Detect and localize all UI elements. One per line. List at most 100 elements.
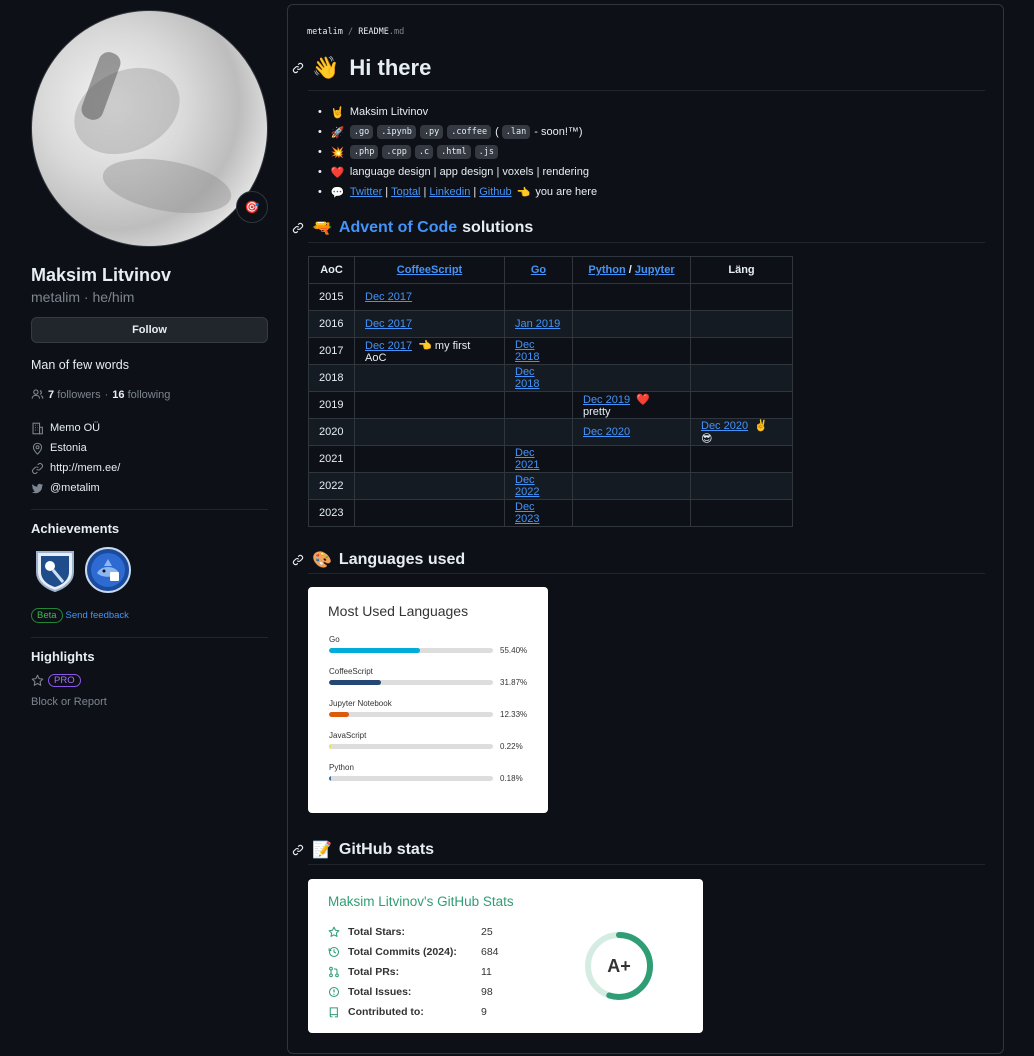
toptal-link[interactable]: Toptal: [391, 186, 420, 198]
send-feedback-link[interactable]: Send feedback: [66, 610, 129, 621]
greeting-heading: 👋 Hi there: [292, 55, 431, 81]
year-cell: 2023: [308, 499, 355, 527]
building-icon: [32, 422, 43, 434]
anchor-link-icon[interactable]: [292, 844, 304, 856]
solution-link[interactable]: Dec 2020: [583, 426, 630, 438]
stat-value: 98: [481, 986, 493, 998]
profile-name: Maksim Litvinov: [31, 265, 172, 285]
arctic-code-vault-badge-icon[interactable]: [31, 546, 79, 594]
solution-link[interactable]: Dec 2017: [365, 340, 412, 352]
solution-link[interactable]: Jan 2019: [515, 318, 560, 330]
follow-counts: 7 followers · 16 following: [31, 388, 268, 401]
avatar[interactable]: [31, 10, 268, 247]
year-text: 2018: [319, 372, 344, 384]
solution-link[interactable]: Dec 2020: [701, 420, 748, 432]
list-item: 💥 .php .cpp .c .html .js: [318, 142, 597, 162]
website-link[interactable]: http://mem.ee/: [50, 462, 120, 474]
language-name: Python: [329, 763, 354, 772]
bullet-emoji: 🚀: [330, 126, 345, 139]
solution-link[interactable]: Dec 2023: [515, 501, 539, 525]
website-row: http://mem.ee/: [31, 458, 268, 478]
year-cell: 2022: [308, 472, 355, 500]
status-icon[interactable]: 🎯: [236, 191, 268, 223]
python-cell: [572, 364, 691, 392]
twitter-row: @metalim: [31, 478, 268, 498]
stat-value: 684: [481, 946, 499, 958]
year-cell: 2019: [308, 391, 355, 419]
linkedin-link[interactable]: Linkedin: [429, 186, 470, 198]
stat-row: Total Commits (2024): 684: [328, 942, 528, 962]
stats-heading: 📝 GitHub stats: [292, 840, 434, 860]
anchor-link-icon[interactable]: [292, 222, 304, 234]
solution-link[interactable]: Dec 2017: [365, 318, 412, 330]
python-link[interactable]: Python: [588, 264, 625, 276]
readme-box: metalim / README.md 👋 Hi there 🤘 Maksim …: [287, 4, 1004, 1054]
go-cell: Dec 2022: [504, 472, 573, 500]
solution-link[interactable]: Dec 2021: [515, 447, 539, 471]
following-count: 16: [112, 388, 125, 401]
code-tag: .coffee: [447, 125, 492, 139]
github-stats-card[interactable]: Maksim Litvinov's GitHub Stats Total Sta…: [308, 879, 703, 1033]
avatar-shape: [60, 51, 194, 171]
coffeescript-cell: [354, 472, 505, 500]
followers-link[interactable]: 7 followers: [48, 389, 101, 401]
header-coffeescript: CoffeeScript: [354, 256, 505, 284]
advent-of-code-link[interactable]: Advent of Code: [339, 219, 457, 237]
following-link[interactable]: 16 following: [112, 389, 170, 401]
language-name: CoffeeScript: [329, 667, 373, 676]
follow-button[interactable]: Follow: [31, 317, 268, 343]
pull-shark-badge-icon[interactable]: [84, 546, 132, 594]
followers-count: 7: [48, 388, 55, 401]
company-text: Memo OÜ: [50, 422, 101, 434]
language-percent: 0.22%: [500, 742, 523, 751]
code-tag: .go: [349, 125, 374, 139]
link-separator: |: [473, 186, 477, 198]
python-cell: [572, 310, 691, 338]
readme-path-file: README: [358, 27, 389, 37]
github-link[interactable]: Github: [479, 186, 511, 198]
followers-label: followers: [57, 388, 101, 401]
coffeescript-link[interactable]: CoffeeScript: [397, 264, 462, 276]
location-row: Estonia: [31, 438, 268, 458]
header-aoc: AoC: [308, 256, 355, 284]
go-link[interactable]: Go: [531, 264, 546, 276]
language-name: JavaScript: [329, 731, 367, 740]
avatar-shape: [98, 150, 236, 222]
language-item: Jupyter Notebook 12.33%: [329, 699, 529, 719]
table-row: 2016 Dec 2017 Jan 2019: [308, 310, 793, 338]
bullet-emoji: 💬: [330, 186, 345, 199]
anchor-link-icon[interactable]: [292, 554, 304, 566]
readme-path-user[interactable]: metalim: [307, 27, 343, 37]
languages-heading: 🎨 Languages used: [292, 550, 465, 570]
coffeescript-cell: [354, 418, 505, 446]
jupyter-link[interactable]: Jupyter: [635, 264, 675, 276]
go-cell: Dec 2021: [504, 445, 573, 473]
solution-link[interactable]: Dec 2017: [365, 291, 412, 303]
python-cell: [572, 499, 691, 527]
solution-link[interactable]: Dec 2018: [515, 366, 539, 390]
language-name: Jupyter Notebook: [329, 699, 392, 708]
table-row: 2023 Dec 2023: [308, 499, 793, 527]
language-bar-fill: [329, 680, 382, 685]
stat-value: 9: [481, 1006, 487, 1018]
year-text: 2017: [319, 345, 344, 357]
people-icon: [31, 389, 44, 399]
twitter-link[interactable]: @metalim: [50, 482, 100, 494]
solution-link[interactable]: Dec 2018: [515, 339, 539, 363]
solution-link[interactable]: Dec 2019: [583, 394, 630, 406]
languages-heading-text: Languages used: [338, 551, 466, 568]
twitter-icon: [31, 483, 44, 493]
stat-row: Total Issues: 98: [328, 982, 528, 1002]
coffeescript-cell: [354, 391, 505, 419]
solution-link[interactable]: Dec 2022: [515, 474, 539, 498]
achievements-title[interactable]: Achievements: [31, 521, 268, 536]
language-percent: 12.33%: [500, 710, 528, 719]
twitter-link[interactable]: Twitter: [350, 186, 382, 198]
language-bar-track: [329, 744, 493, 749]
year-cell: 2020: [308, 418, 355, 446]
divider: [31, 509, 268, 510]
most-used-languages-card[interactable]: Most Used Languages Go 55.40% CoffeeScript…: [308, 587, 548, 813]
anchor-link-icon[interactable]: [292, 62, 304, 74]
lang-cell: Dec 2020 ✌️ 😎: [690, 418, 793, 446]
block-or-report-link[interactable]: Block or Report: [31, 696, 268, 708]
